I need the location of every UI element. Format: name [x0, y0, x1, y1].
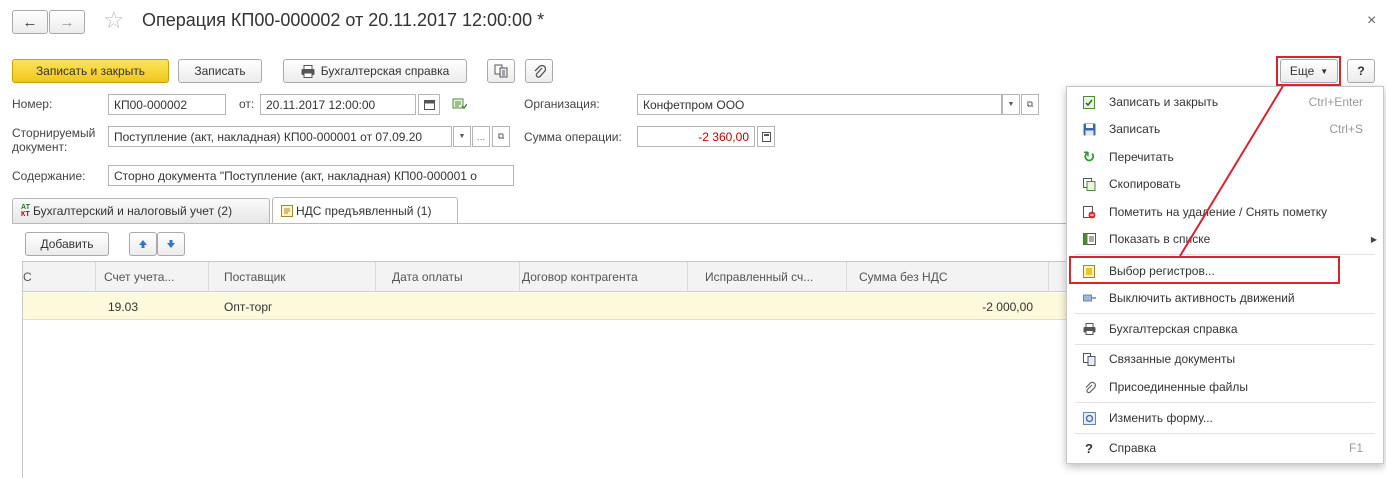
highlight-connector-line	[1179, 85, 1284, 257]
